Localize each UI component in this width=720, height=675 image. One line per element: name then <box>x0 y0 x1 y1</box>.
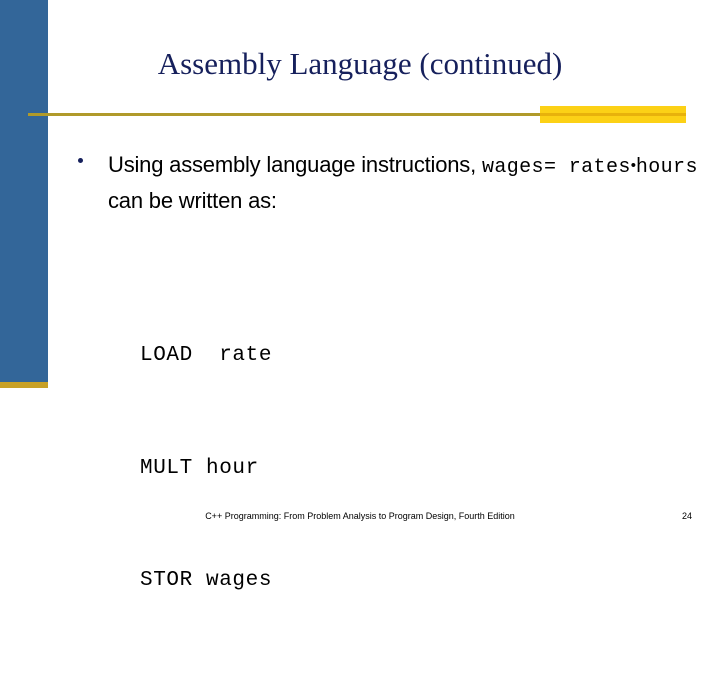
slide-title: Assembly Language (continued) <box>157 46 563 81</box>
code-line: STOR wages <box>140 569 273 592</box>
bullet-line2-suffix: can be written as: <box>108 188 277 213</box>
divider-block-centerline <box>540 113 686 116</box>
assembly-code-block: LOAD rate MULT hour STOR wages <box>140 262 272 675</box>
bullet-list: Using assembly language instructions, wa… <box>66 148 706 217</box>
slide-canvas: Assembly Language (continued) Using asse… <box>0 0 720 592</box>
code-line: MULT hour <box>140 456 259 480</box>
sidebar-blue-band <box>0 0 48 382</box>
bullet-line2-code-b: hours <box>635 156 698 179</box>
footer-page-number: 24 <box>681 511 692 521</box>
title-divider <box>0 104 720 126</box>
code-line: LOAD rate <box>140 344 273 367</box>
bullet-dot-icon <box>78 158 83 163</box>
bullet-line1-prefix: Using assembly language instructions, <box>108 152 482 177</box>
bullet-line1-code: wages <box>481 156 544 179</box>
footer-attribution: C++ Programming: From Problem Analysis t… <box>205 511 515 521</box>
bullet-line2-code-a: = rates <box>543 156 631 179</box>
sidebar-gold-accent <box>0 382 48 388</box>
bullet-item: Using assembly language instructions, wa… <box>66 148 706 217</box>
